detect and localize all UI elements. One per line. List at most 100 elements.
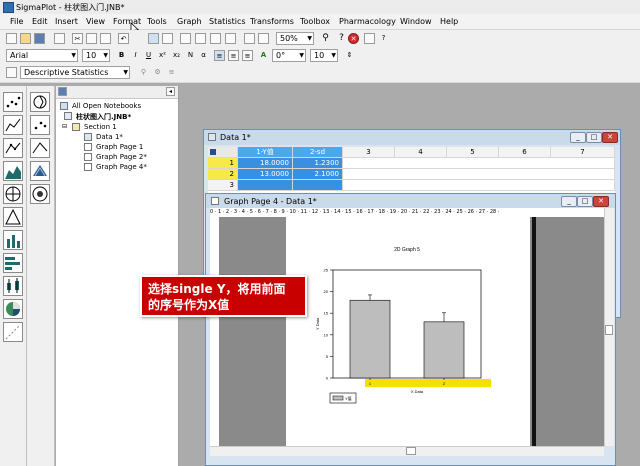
line-size-select[interactable]: 10 ▼ <box>310 49 338 62</box>
contour-plot-icon[interactable] <box>3 322 23 342</box>
line-plot-icon[interactable] <box>3 115 23 135</box>
select-all-corner[interactable] <box>208 147 238 158</box>
table-cell[interactable] <box>343 180 615 191</box>
scroll-thumb[interactable] <box>605 325 613 335</box>
report-icon[interactable] <box>162 33 173 44</box>
columns-icon[interactable] <box>195 33 206 44</box>
scroll-thumb[interactable] <box>406 447 416 455</box>
undo-icon[interactable]: ↶ <box>118 33 129 44</box>
italic-icon[interactable]: I <box>130 50 141 61</box>
align-center-icon[interactable]: ≡ <box>228 50 239 61</box>
help-icon[interactable]: ? <box>336 33 347 44</box>
column-header[interactable]: 4 <box>395 147 447 158</box>
report-options-icon[interactable]: ≡ <box>166 67 177 78</box>
menu-statistics[interactable]: Statistics <box>209 17 246 26</box>
vertical-scrollbar[interactable] <box>604 208 614 446</box>
table-cell[interactable]: 18.0000 <box>238 158 293 169</box>
column-header[interactable]: 3 <box>343 147 395 158</box>
collapse-icon[interactable]: ◂ <box>166 87 175 96</box>
polar-style-icon[interactable] <box>30 92 50 112</box>
scatter-plot-icon[interactable] <box>3 92 23 112</box>
open-icon[interactable] <box>20 33 31 44</box>
menu-insert[interactable]: Insert <box>55 17 78 26</box>
table-cell[interactable]: 2.1000 <box>293 169 343 180</box>
column-header[interactable]: 2-sd <box>293 147 343 158</box>
row-header[interactable]: 1 <box>208 158 238 169</box>
stats-test-icon[interactable] <box>6 67 17 78</box>
font-size-select[interactable]: 10 ▼ <box>82 49 110 62</box>
font-select[interactable]: Arial ▼ <box>6 49 78 62</box>
horizontal-bar-icon[interactable] <box>3 253 23 273</box>
menu-edit[interactable]: Edit <box>32 17 48 26</box>
graph-icon[interactable] <box>244 33 255 44</box>
menu-graph[interactable]: Graph <box>177 17 202 26</box>
graph-wizard-icon[interactable] <box>258 33 269 44</box>
rows-icon[interactable] <box>210 33 221 44</box>
tree-root[interactable]: All Open Notebooks <box>72 102 141 110</box>
stop-icon[interactable]: ✕ <box>348 33 359 44</box>
surface-style-icon[interactable] <box>30 138 50 158</box>
table-cell[interactable]: 13.0000 <box>238 169 293 180</box>
line-scatter-icon[interactable] <box>3 138 23 158</box>
table-cell[interactable] <box>343 169 615 180</box>
align-left-icon[interactable]: ≡ <box>214 50 225 61</box>
run-icon[interactable]: ⚲ <box>138 67 149 78</box>
table-cell[interactable] <box>238 180 293 191</box>
menu-tools[interactable]: Tools <box>147 17 167 26</box>
scatter-style-icon[interactable] <box>30 115 50 135</box>
polar-plot-icon[interactable] <box>3 184 23 204</box>
tree-item-graph2[interactable]: Graph Page 2* <box>96 153 147 161</box>
horizontal-scrollbar[interactable] <box>210 446 604 456</box>
text-color-icon[interactable]: A <box>258 50 269 61</box>
tree-item-graph4[interactable]: Graph Page 4* <box>96 163 147 171</box>
menu-toolbox[interactable]: Toolbox <box>300 17 330 26</box>
graph-window-titlebar[interactable]: Graph Page 4 - Data 1* _ □ ✕ <box>206 194 615 208</box>
table-icon[interactable] <box>180 33 191 44</box>
options-icon[interactable]: ⚙ <box>152 67 163 78</box>
stats-icon[interactable] <box>225 33 236 44</box>
zoom-select[interactable]: 50% ▼ <box>276 32 314 45</box>
angle-select[interactable]: 0° ▼ <box>272 49 306 62</box>
row-header[interactable]: 2 <box>208 169 238 180</box>
tree-notebook-file[interactable]: 柱状图入门.JNB* <box>76 112 131 122</box>
graph-page[interactable]: 2D Graph 5 0 5 10 15 20 25 1 2 X Data Y Data Y值 <box>286 217 530 446</box>
print-icon[interactable] <box>54 33 65 44</box>
copy-icon[interactable] <box>86 33 97 44</box>
column-header[interactable]: 5 <box>447 147 499 158</box>
radar-plot-icon[interactable] <box>30 184 50 204</box>
menu-pharmacology[interactable]: Pharmacology <box>339 17 396 26</box>
stats-test-select[interactable]: Descriptive Statistics ▼ <box>20 66 130 79</box>
row-header[interactable]: 3 <box>208 180 238 191</box>
minimize-button[interactable]: _ <box>561 196 577 207</box>
align-right-icon[interactable]: ≡ <box>242 50 253 61</box>
worksheet-icon[interactable] <box>148 33 159 44</box>
greek-icon[interactable]: α <box>198 50 209 61</box>
menu-file[interactable]: File <box>10 17 23 26</box>
worksheet-titlebar[interactable]: Data 1* _ □ ✕ <box>204 130 620 145</box>
area-plot-icon[interactable] <box>3 161 23 181</box>
table-cell[interactable] <box>293 180 343 191</box>
tree-item-graph1[interactable]: Graph Page 1 <box>96 143 143 151</box>
minimize-button[interactable]: _ <box>570 132 586 143</box>
mesh-3d-icon[interactable] <box>30 161 50 181</box>
menu-help[interactable]: Help <box>440 17 458 26</box>
save-icon[interactable] <box>34 33 45 44</box>
tree-item-data1[interactable]: Data 1* <box>96 133 123 141</box>
menu-transforms[interactable]: Transforms <box>250 17 294 26</box>
maximize-button[interactable]: □ <box>577 196 593 207</box>
bar-chart[interactable]: 2D Graph 505101520251 2X DataY DataY值 <box>286 217 530 446</box>
paste-icon[interactable] <box>100 33 111 44</box>
symbol-icon[interactable]: N <box>185 50 196 61</box>
close-button[interactable]: ✕ <box>602 132 618 143</box>
underline-icon[interactable]: U <box>143 50 154 61</box>
zoom-icon[interactable]: ⚲ <box>320 33 331 44</box>
expand-icon[interactable]: ⊟ <box>62 123 67 130</box>
line-spacing-icon[interactable]: ⇕ <box>344 50 355 61</box>
tree-section[interactable]: Section 1 <box>84 123 117 131</box>
cut-icon[interactable]: ✂ <box>72 33 83 44</box>
table-cell[interactable] <box>343 158 615 169</box>
vertical-bar-icon[interactable] <box>3 230 23 250</box>
menu-window[interactable]: Window <box>400 17 432 26</box>
table-cell[interactable]: 1.2300 <box>293 158 343 169</box>
ternary-plot-icon[interactable] <box>3 207 23 227</box>
